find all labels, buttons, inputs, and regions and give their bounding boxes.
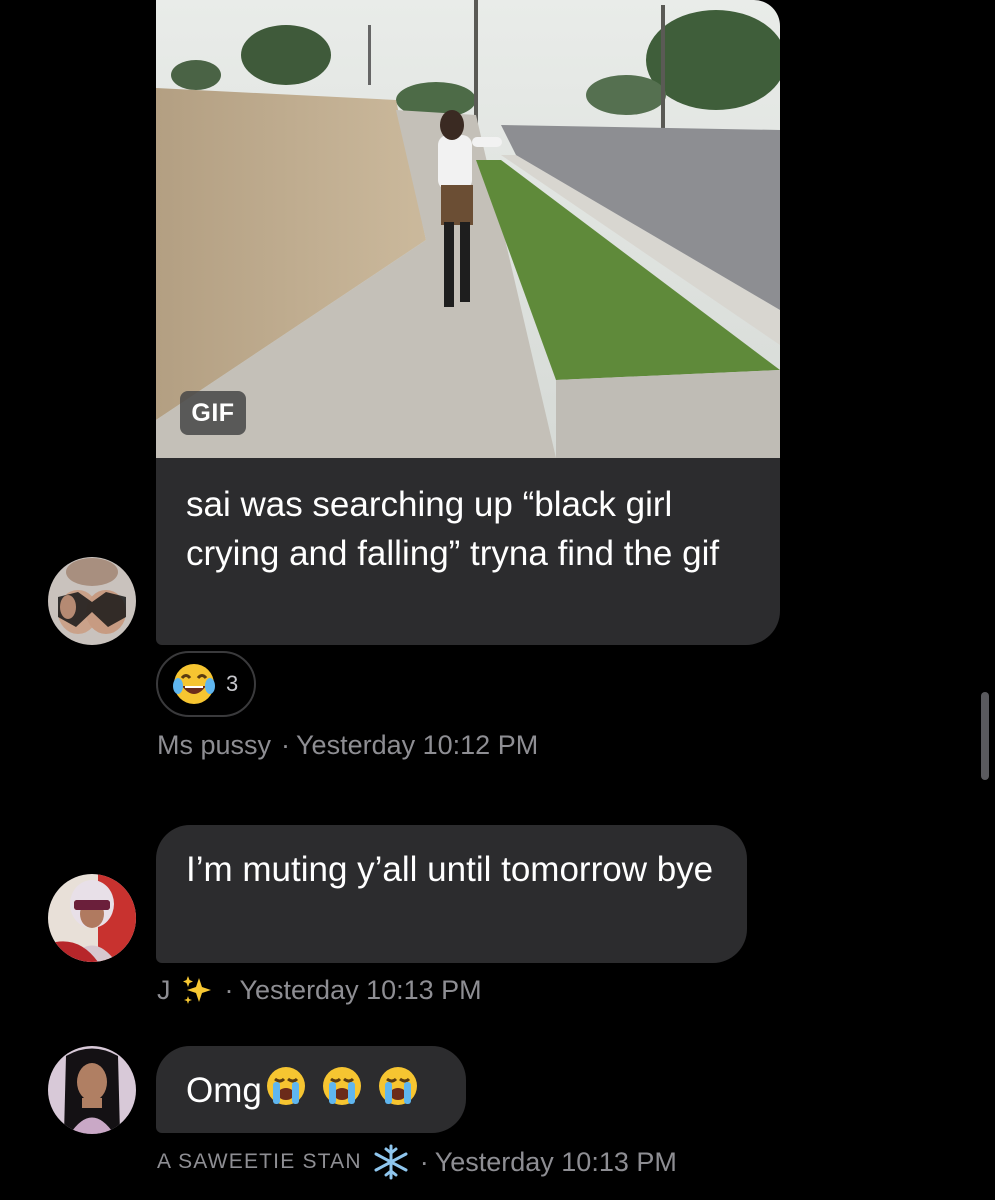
message-text: sai was searching up “black girl crying … [186,485,720,573]
reaction-pill[interactable]: 3 [156,651,256,717]
message-meta: J · Yesterday 10:13 PM [157,974,482,1006]
meta-separator: · [281,730,291,760]
meta-separator: · [224,974,234,1005]
sender-name[interactable]: J [157,975,171,1006]
message-text: Omg [186,1070,262,1110]
gif-image [156,0,780,458]
message-bubble[interactable]: sai was searching up “black girl crying … [156,458,780,645]
laughing-tears-emoji-icon [173,664,215,704]
avatar[interactable] [48,557,136,645]
reaction-count: 3 [226,671,239,696]
message-bubble[interactable]: Omg [156,1046,466,1133]
sender-name[interactable]: A SAWEETIE STAN [157,1150,362,1174]
timestamp: Yesterday 10:13 PM [434,1146,677,1177]
message-meta: Ms pussy · Yesterday 10:12 PM [157,730,538,761]
avatar[interactable] [48,874,136,962]
loudly-crying-emoji-group [264,1064,424,1121]
scrollbar[interactable] [981,692,989,780]
message-text: I’m muting y’all until tomorrow bye [186,850,714,889]
snowflake-icon [374,1144,408,1180]
timestamp: Yesterday 10:12 PM [296,730,539,760]
sparkles-icon [182,976,211,1004]
message-bubble[interactable]: I’m muting y’all until tomorrow bye [156,825,747,963]
gif-attachment[interactable]: GIF [156,0,780,458]
timestamp: Yesterday 10:13 PM [239,974,482,1005]
message-meta: A SAWEETIE STAN · Yesterday 10:13 PM [157,1144,677,1180]
loudly-crying-face-icon [266,1067,417,1105]
meta-separator: · [419,1146,429,1177]
gif-badge: GIF [180,391,246,435]
sender-name[interactable]: Ms pussy [157,730,271,761]
avatar[interactable] [48,1046,136,1134]
